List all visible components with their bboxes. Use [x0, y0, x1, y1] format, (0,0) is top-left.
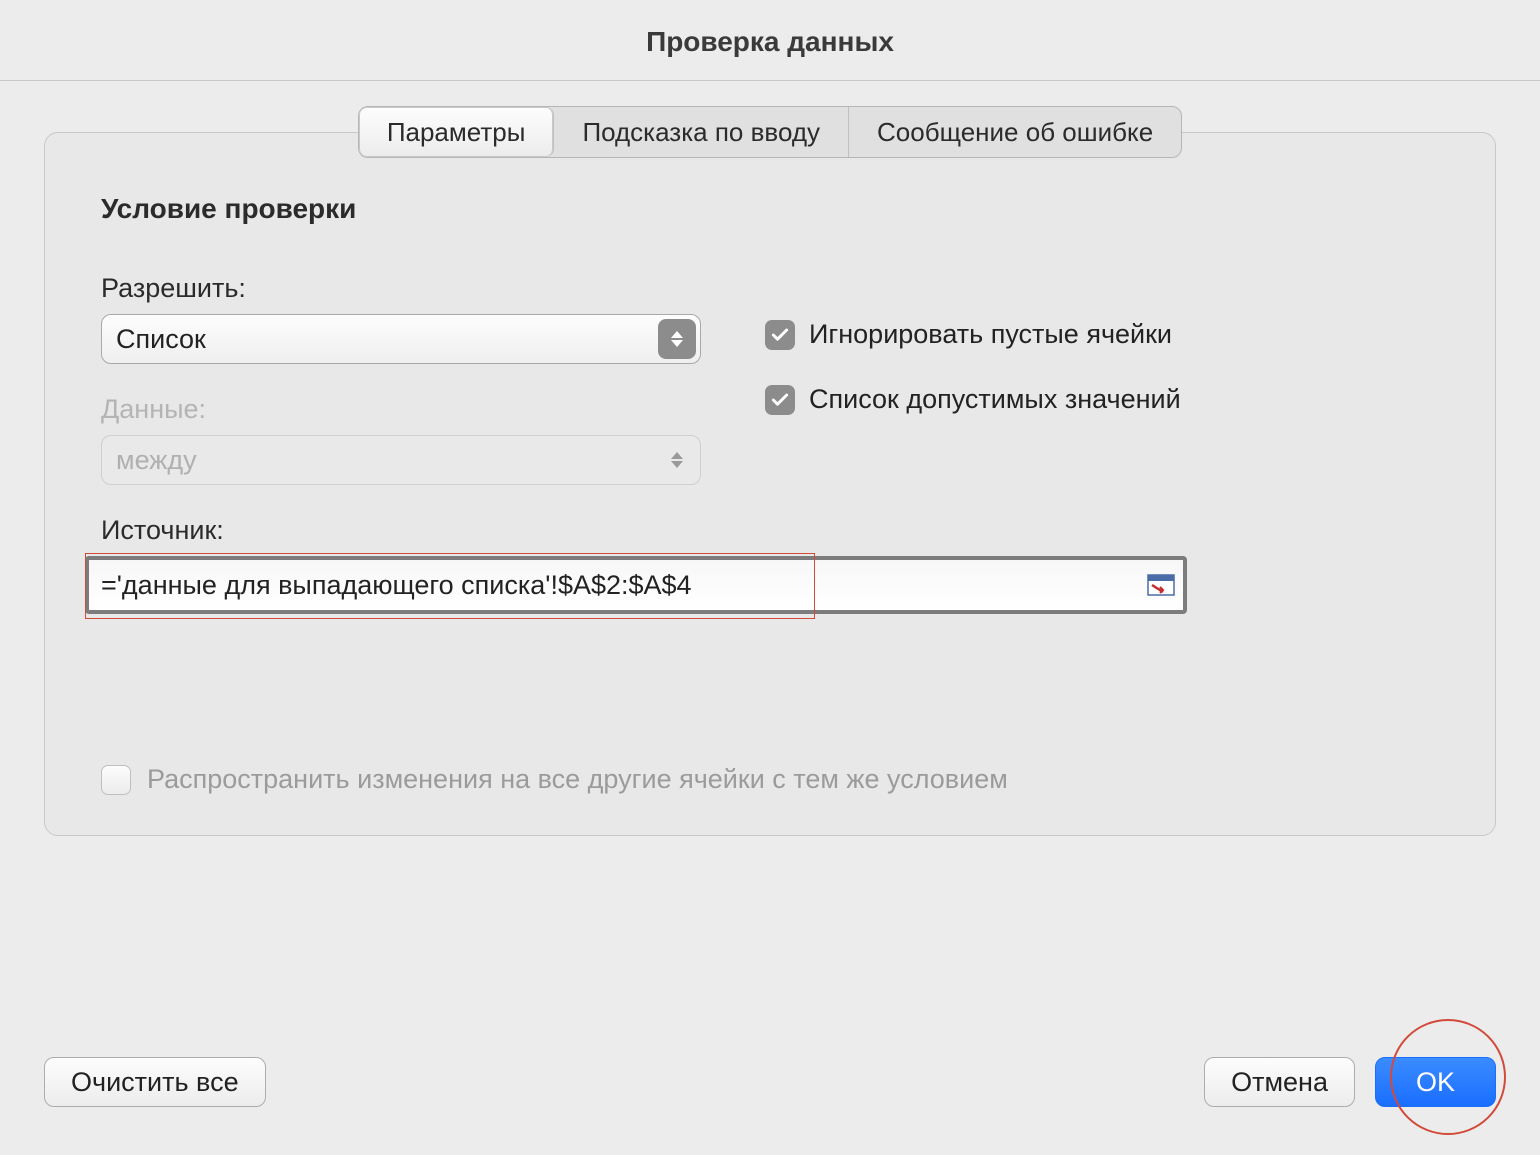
tabbar: Параметры Подсказка по вводу Сообщение о…	[358, 106, 1182, 158]
parameters-panel: Условие проверки Разрешить: Список Данны…	[44, 132, 1496, 836]
source-label: Источник:	[101, 515, 701, 546]
tab-error-message[interactable]: Сообщение об ошибке	[849, 107, 1181, 157]
allow-label: Разрешить:	[101, 273, 701, 304]
section-title: Условие проверки	[101, 193, 1439, 225]
list-values-checkbox[interactable]	[765, 385, 795, 415]
allow-select-value: Список	[116, 324, 206, 355]
list-values-label: Список допустимых значений	[809, 384, 1181, 415]
stepper-icon	[658, 440, 696, 480]
allow-select[interactable]: Список	[101, 314, 701, 364]
propagate-checkbox	[101, 765, 131, 795]
window-title: Проверка данных	[0, 0, 1540, 81]
source-input[interactable]: ='данные для выпадающего списка'!$A$2:$A…	[85, 556, 1187, 614]
tab-input-hint[interactable]: Подсказка по вводу	[554, 107, 849, 157]
ignore-blank-checkbox[interactable]	[765, 320, 795, 350]
propagate-label: Распространить изменения на все другие я…	[147, 764, 1008, 795]
data-label: Данные:	[101, 394, 701, 425]
range-picker-icon[interactable]	[1147, 574, 1175, 596]
source-input-value: ='данные для выпадающего списка'!$A$2:$A…	[101, 570, 692, 601]
cancel-button[interactable]: Отмена	[1204, 1057, 1355, 1107]
data-select: между	[101, 435, 701, 485]
ignore-blank-label: Игнорировать пустые ячейки	[809, 319, 1172, 350]
check-icon	[770, 325, 790, 345]
data-select-value: между	[116, 445, 197, 476]
ok-button[interactable]: OK	[1375, 1057, 1496, 1107]
tab-parameters[interactable]: Параметры	[359, 107, 555, 157]
stepper-icon	[658, 319, 696, 359]
check-icon	[770, 390, 790, 410]
clear-all-button[interactable]: Очистить все	[44, 1057, 266, 1107]
